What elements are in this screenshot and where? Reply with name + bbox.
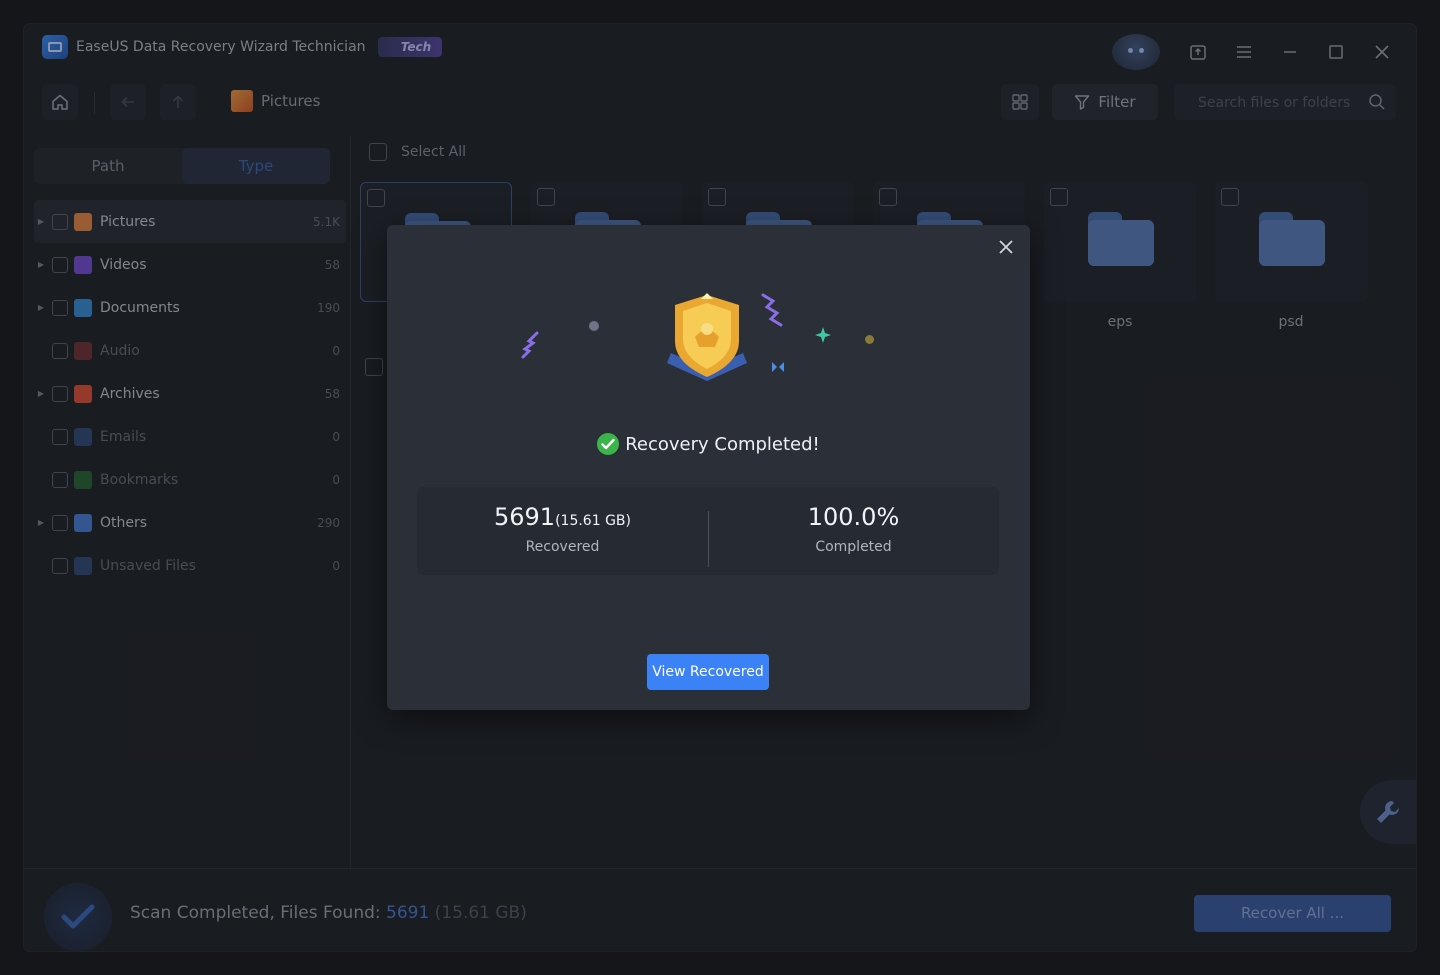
trophy-badge-icon <box>667 293 747 381</box>
stat-completed: 100.0% Completed <box>708 487 999 575</box>
recovery-stats: 5691(15.61 GB) Recovered 100.0% Complete… <box>417 487 999 575</box>
confetti-dot <box>865 335 874 344</box>
recovered-count: 5691 <box>494 503 556 531</box>
recovered-size: (15.61 GB) <box>555 513 631 529</box>
sparkle-icon <box>815 327 831 343</box>
recovery-complete-dialog: Recovery Completed! 5691(15.61 GB) Recov… <box>387 225 1030 710</box>
close-dialog-icon[interactable] <box>994 235 1018 259</box>
confetti-bowtie-icon <box>772 362 784 372</box>
completed-value: 100.0% <box>807 503 900 531</box>
confetti-dot <box>589 321 599 331</box>
stat-recovered: 5691(15.61 GB) Recovered <box>417 487 708 575</box>
view-recovered-button[interactable]: View Recovered <box>647 654 769 690</box>
recovered-value: 5691(15.61 GB) <box>417 503 708 531</box>
confetti-ribbon-icon <box>761 293 783 327</box>
dialog-title: Recovery Completed! <box>387 433 1030 455</box>
dialog-title-text: Recovery Completed! <box>625 433 820 455</box>
completed-label: Completed <box>815 539 892 555</box>
recovered-label: Recovered <box>525 539 600 555</box>
confetti-ribbon-icon <box>521 331 539 359</box>
success-check-icon <box>597 433 620 455</box>
